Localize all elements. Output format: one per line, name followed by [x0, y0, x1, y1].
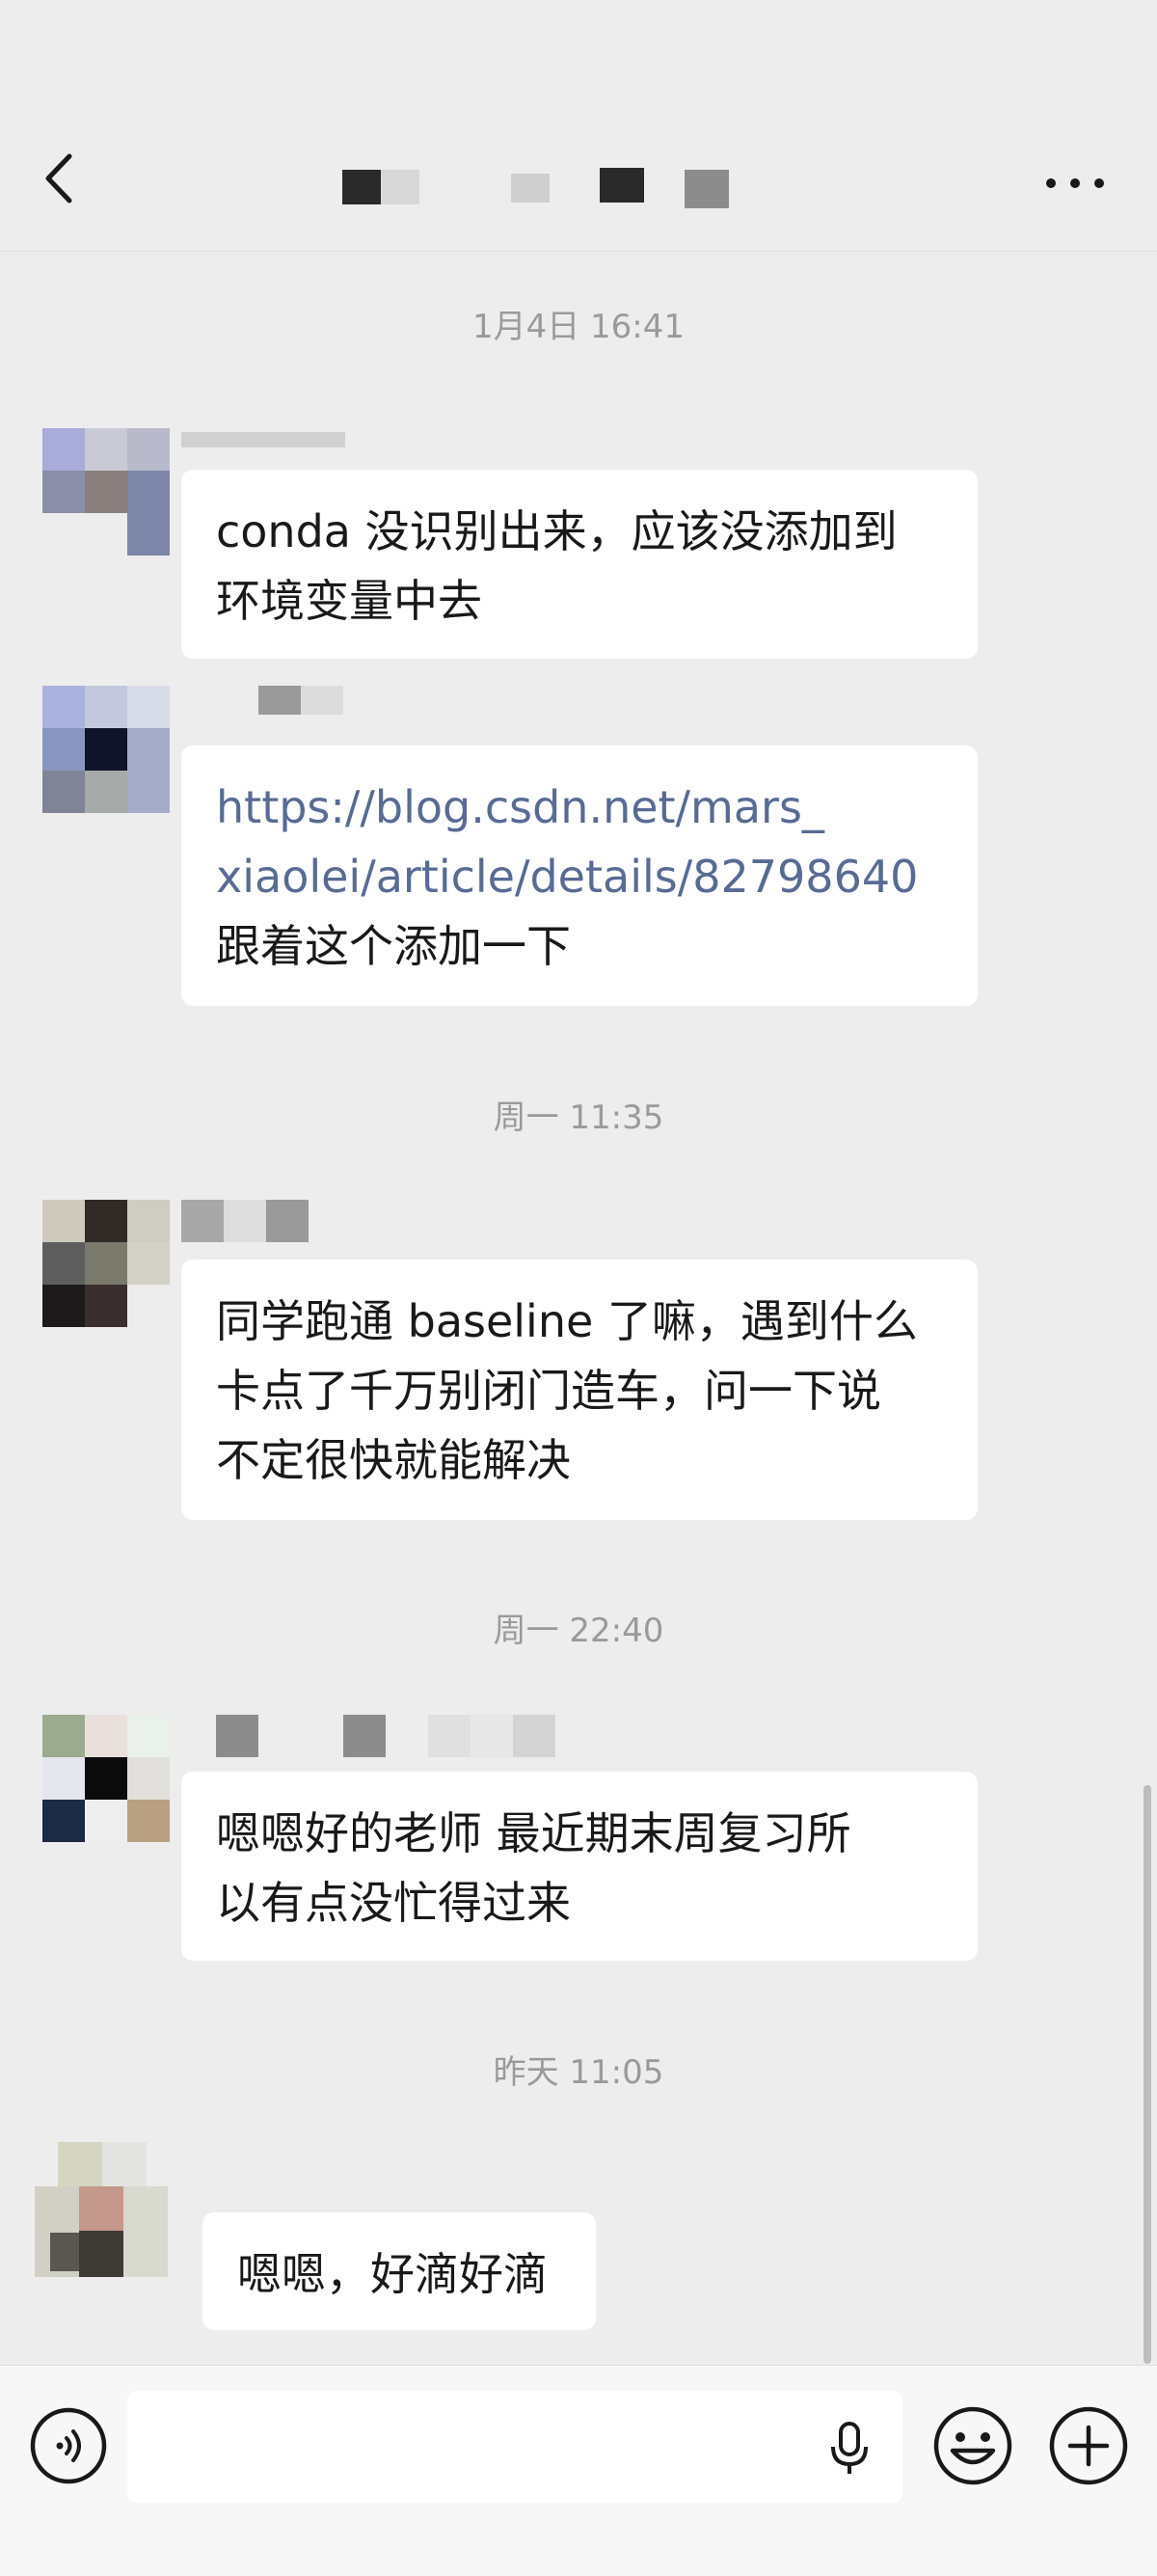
avatar[interactable]	[42, 1200, 170, 1327]
timestamp: 昨天 11:05	[493, 2053, 664, 2092]
message-input[interactable]	[127, 2391, 902, 2503]
message-text: 嗯嗯，好滴好滴	[237, 2248, 548, 2300]
avatar[interactable]	[42, 686, 170, 813]
avatar[interactable]	[42, 1715, 170, 1842]
timestamp: 周一 22:40	[493, 1612, 664, 1650]
microphone-icon[interactable]	[825, 2420, 874, 2478]
chevron-left-icon	[45, 153, 72, 203]
message-bubble[interactable]: 嗯嗯，好滴好滴	[202, 2212, 596, 2330]
message-text: 嗯嗯好的老师 最近期末周复习所	[216, 1807, 851, 1859]
sender-name	[181, 686, 355, 715]
more-dots-icon	[1046, 178, 1104, 188]
title-mosaic	[381, 170, 419, 204]
title-mosaic	[342, 170, 381, 204]
more-options-button[interactable]	[1041, 164, 1109, 203]
avatar[interactable]	[35, 2142, 170, 2277]
message-bubble[interactable]: https://blog.csdn.net/mars_ xiaolei/arti…	[181, 746, 978, 1006]
timestamp: 周一 11:35	[493, 1098, 664, 1137]
message-link[interactable]: https://blog.csdn.net/mars_	[216, 773, 943, 842]
message-bubble[interactable]: 嗯嗯好的老师 最近期末周复习所 以有点没忙得过来	[181, 1772, 978, 1961]
avatar[interactable]	[42, 428, 170, 556]
plus-button[interactable]	[1047, 2404, 1130, 2487]
message-text: 卡点了千万别闭门造车，问一下说	[216, 1365, 881, 1417]
message-text: 以有点没忙得过来	[216, 1877, 571, 1929]
message-text: 环境变量中去	[216, 575, 482, 627]
message-text: conda 没识别出来，应该没添加到	[216, 505, 898, 557]
sender-name	[181, 1200, 326, 1242]
voice-icon	[30, 2407, 107, 2484]
scrollbar[interactable]	[1144, 1785, 1151, 2364]
message-text: 不定很快就能解决	[216, 1434, 571, 1486]
message-text: 跟着这个添加一下	[216, 920, 571, 972]
chat-title	[337, 166, 742, 208]
title-mosaic	[511, 174, 550, 203]
title-mosaic	[685, 170, 729, 208]
title-mosaic	[600, 168, 644, 203]
timestamp: 1月4日 16:41	[471, 308, 686, 346]
plus-circle-icon	[1049, 2406, 1128, 2485]
sender-name	[181, 1715, 702, 1757]
message-text: 同学跑通 baseline 了嘛，遇到什么	[216, 1295, 918, 1347]
message-bubble[interactable]: conda 没识别出来，应该没添加到 环境变量中去	[181, 470, 978, 659]
input-bar	[0, 2365, 1157, 2576]
message-bubble[interactable]: 同学跑通 baseline 了嘛，遇到什么 卡点了千万别闭门造车，问一下说 不定…	[181, 1260, 978, 1520]
back-button[interactable]	[39, 145, 87, 212]
message-list[interactable]: 1月4日 16:41 conda 没识别出来，应该没添加到 环境变量中去 htt…	[0, 252, 1157, 2364]
message-link[interactable]: xiaolei/article/details/82798640	[216, 842, 943, 911]
sender-name	[181, 428, 355, 457]
emoji-button[interactable]	[931, 2404, 1014, 2487]
chat-header	[0, 0, 1157, 252]
emoji-icon	[933, 2406, 1012, 2485]
voice-button[interactable]	[29, 2406, 108, 2485]
